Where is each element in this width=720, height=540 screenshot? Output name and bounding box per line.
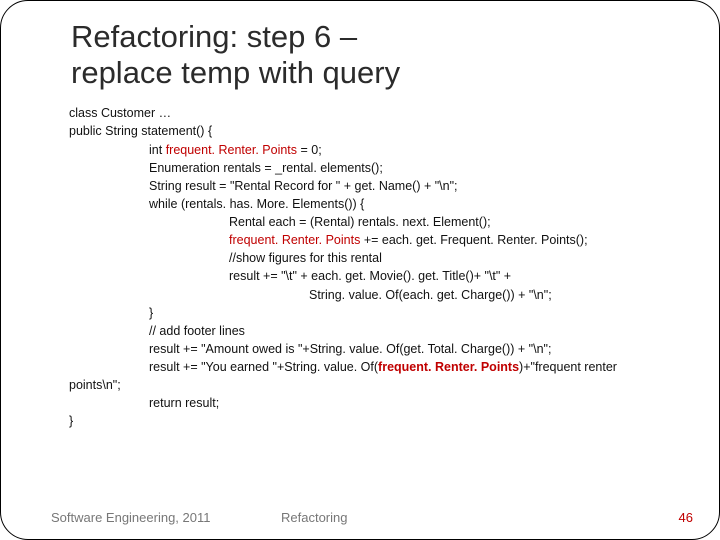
code-line: while (rentals. has. More. Elements()) { [69, 195, 659, 213]
code-line: result += "\t" + each. get. Movie(). get… [69, 267, 659, 285]
slide-footer: Software Engineering, 2011 Refactoring 4… [1, 510, 719, 525]
slide-title: Refactoring: step 6 – replace temp with … [1, 1, 719, 98]
footer-left: Software Engineering, 2011 [51, 510, 281, 525]
code-line: return result; [69, 394, 659, 412]
code-line: class Customer … [69, 104, 659, 122]
code-line: //show figures for this rental [69, 249, 659, 267]
slide: Refactoring: step 6 – replace temp with … [0, 0, 720, 540]
code-line: } [69, 304, 659, 322]
code-line: points\n"; [69, 376, 659, 394]
code-block: class Customer … public String statement… [1, 98, 719, 430]
code-line: String. value. Of(each. get. Charge()) +… [69, 286, 659, 304]
highlight-var: frequent. Renter. Points [229, 233, 360, 247]
code-line: Enumeration rentals = _rental. elements(… [69, 159, 659, 177]
code-line: frequent. Renter. Points += each. get. F… [69, 231, 659, 249]
code-line: result += "You earned "+String. value. O… [69, 358, 659, 376]
code-line: } [69, 412, 659, 430]
code-line: Rental each = (Rental) rentals. next. El… [69, 213, 659, 231]
highlight-var: frequent. Renter. Points [378, 360, 519, 374]
code-line: int frequent. Renter. Points = 0; [69, 141, 659, 159]
code-line: // add footer lines [69, 322, 659, 340]
title-line-1: Refactoring: step 6 – [71, 19, 719, 55]
title-line-2: replace temp with query [71, 55, 719, 91]
footer-center: Refactoring [281, 510, 679, 525]
code-line: result += "Amount owed is "+String. valu… [69, 340, 659, 358]
code-line: public String statement() { [69, 122, 659, 140]
code-line: String result = "Rental Record for " + g… [69, 177, 659, 195]
page-number: 46 [679, 510, 693, 525]
highlight-var: frequent. Renter. Points [166, 143, 297, 157]
